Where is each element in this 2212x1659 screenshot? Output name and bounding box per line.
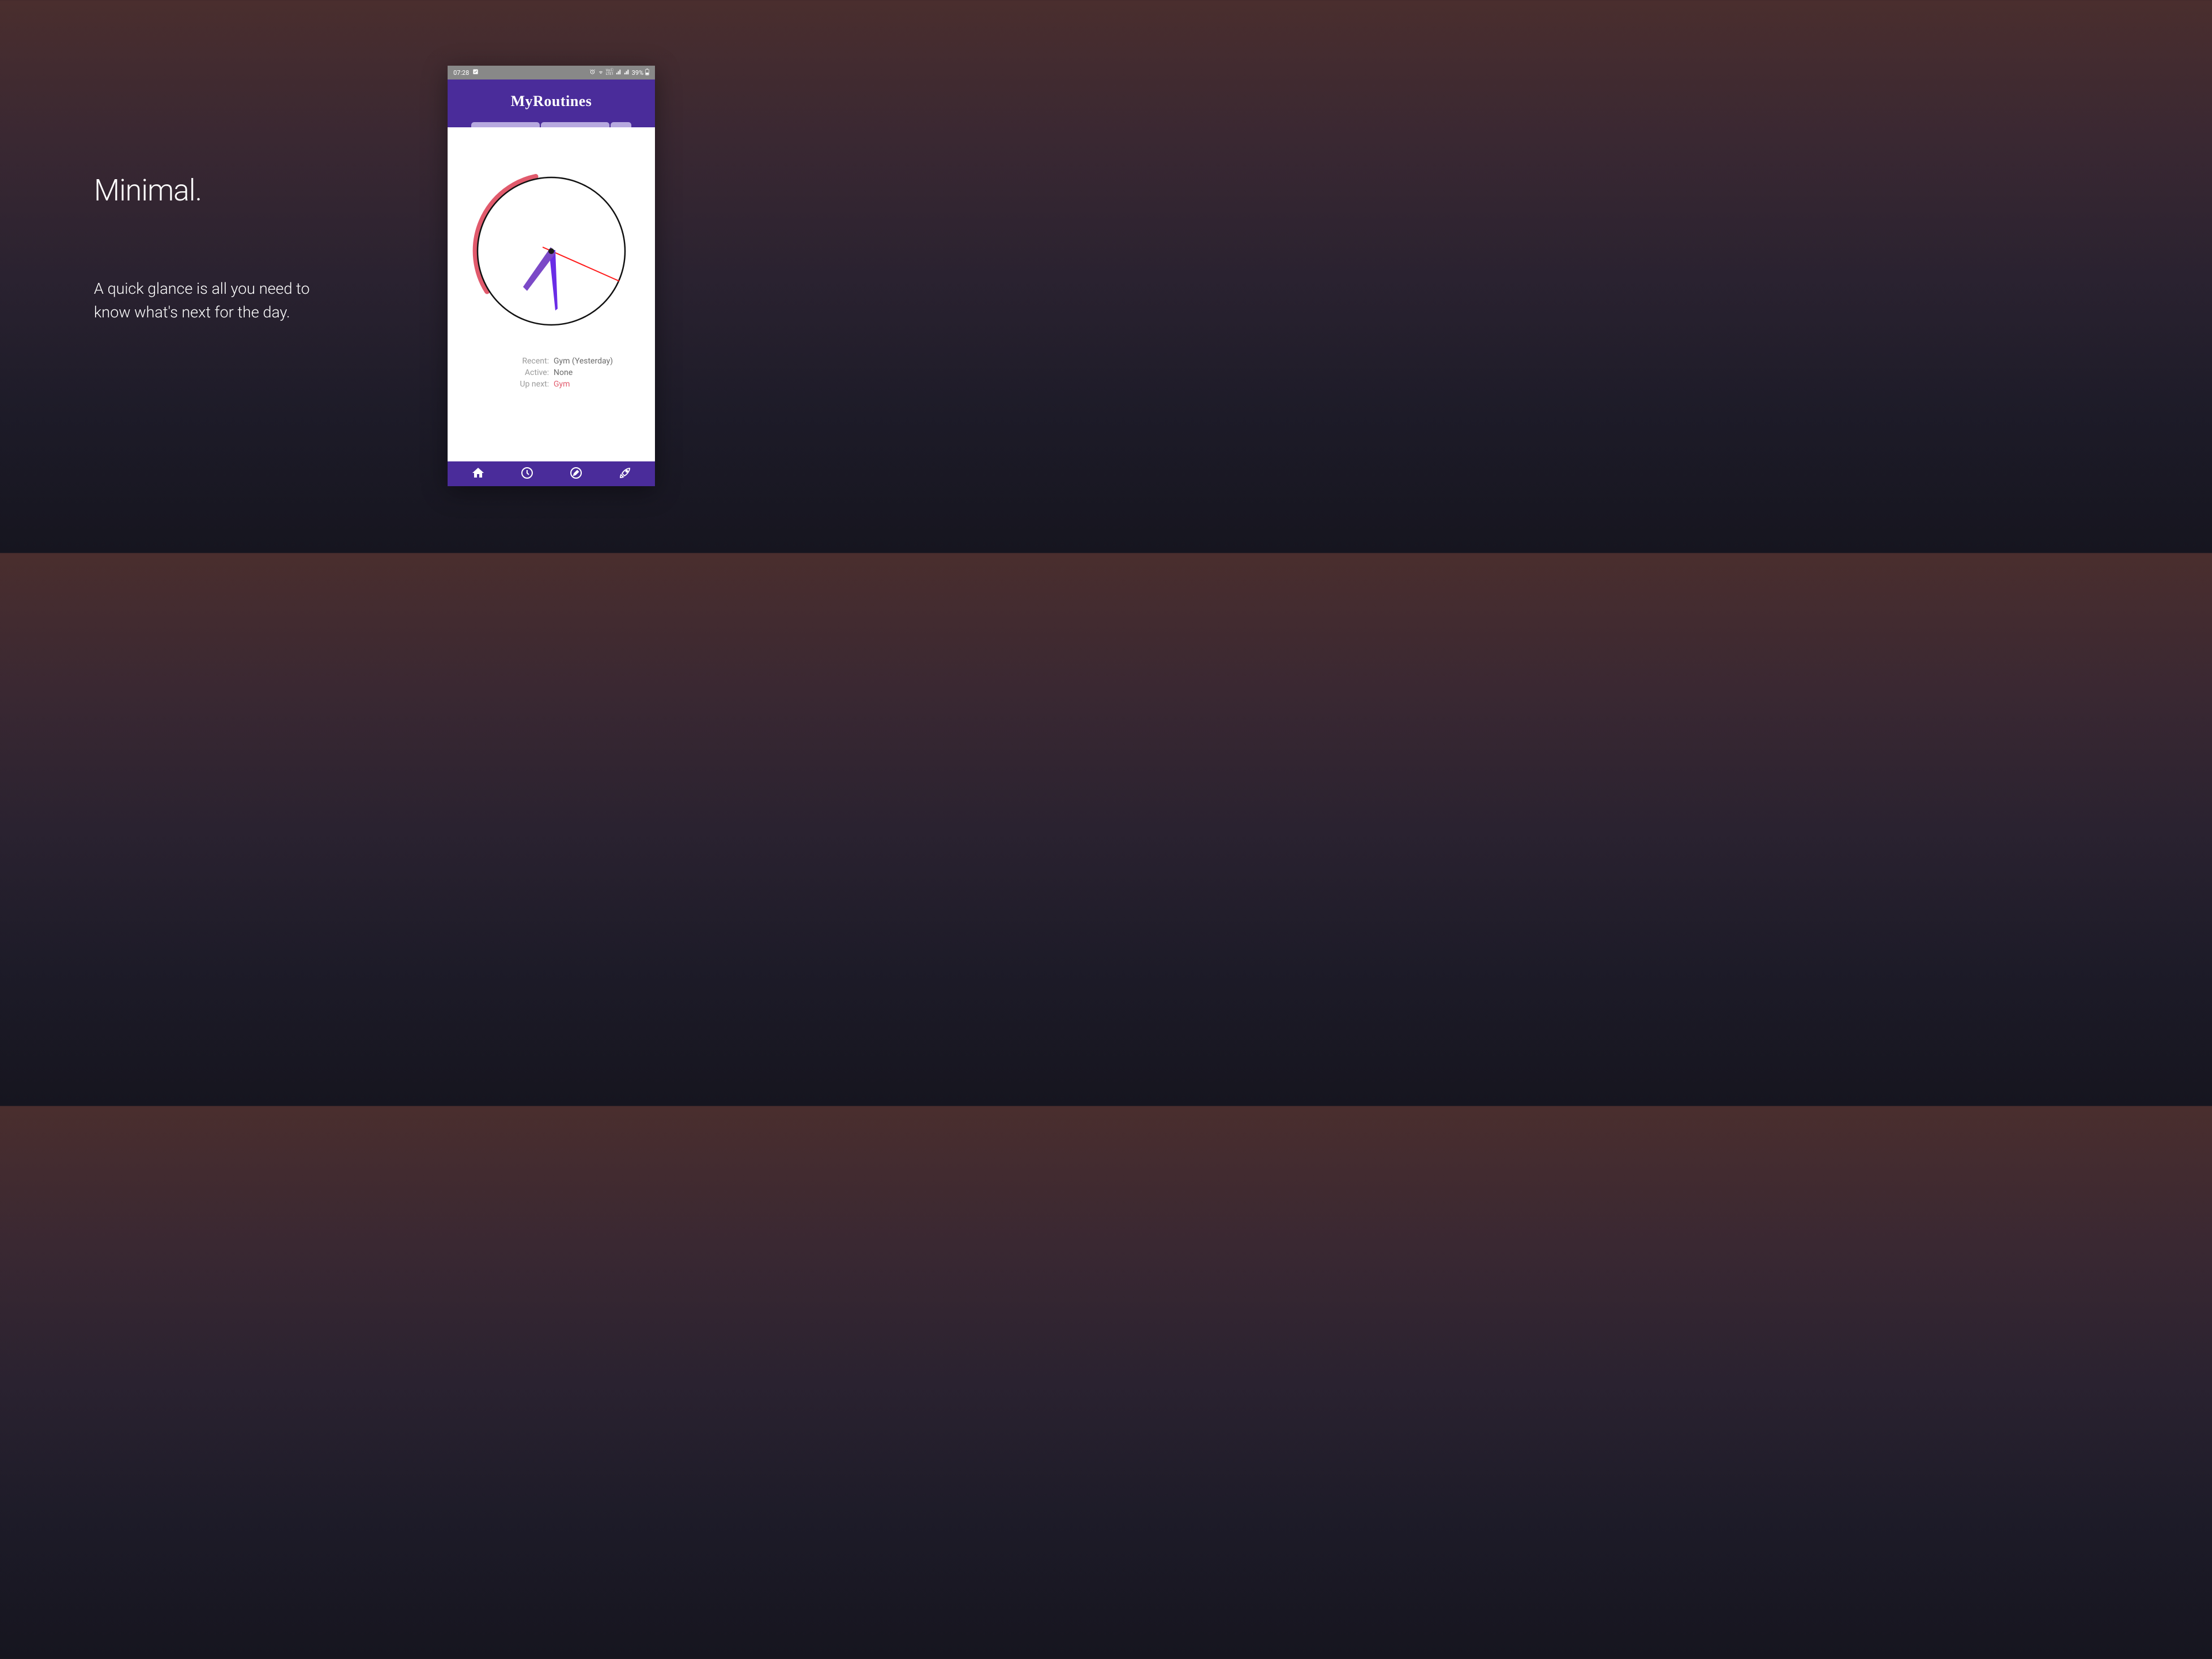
main-content: Recent: Gym (Yesterday) Active: None Up … xyxy=(448,127,655,461)
alarm-icon xyxy=(589,69,596,77)
tab-segment[interactable] xyxy=(611,122,631,127)
recent-value: Gym (Yesterday) xyxy=(554,357,655,366)
bottom-nav-bar xyxy=(448,461,655,486)
app-title: MyRoutines xyxy=(511,93,592,110)
nav-clock[interactable] xyxy=(520,467,535,482)
clock-icon xyxy=(520,466,534,482)
promo-heading: Minimal. xyxy=(94,173,324,208)
recent-label: Recent: xyxy=(448,357,549,366)
app-header: MyRoutines xyxy=(448,79,655,127)
status-info-block: Recent: Gym (Yesterday) Active: None Up … xyxy=(448,357,655,389)
nav-home[interactable] xyxy=(471,467,486,482)
signal-icon xyxy=(616,69,622,77)
volte-icon: VoⓁLTE1 xyxy=(606,69,614,76)
edit-icon xyxy=(569,466,583,482)
wifi-icon xyxy=(597,69,604,77)
home-icon xyxy=(471,466,485,482)
upnext-label: Up next: xyxy=(448,380,549,389)
tab-segment[interactable] xyxy=(541,122,609,127)
promotional-text: Minimal. A quick glance is all you need … xyxy=(94,173,324,324)
phone-mockup: 07:28 VoⓁLTE1 39% MyRout xyxy=(448,66,655,486)
status-battery-text: 39% xyxy=(632,69,643,77)
rocket-icon xyxy=(618,466,632,482)
android-status-bar: 07:28 VoⓁLTE1 39% xyxy=(448,66,655,79)
upnext-value: Gym xyxy=(554,380,655,389)
status-left-cluster: 07:28 xyxy=(453,69,479,77)
nav-edit[interactable] xyxy=(569,467,584,482)
battery-icon xyxy=(645,69,649,77)
signal2-icon xyxy=(624,69,630,77)
checkmark-icon xyxy=(472,69,479,77)
promo-description: A quick glance is all you need to know w… xyxy=(94,277,324,324)
analog-clock xyxy=(468,168,635,335)
tab-segment[interactable] xyxy=(471,122,540,127)
nav-rocket[interactable] xyxy=(618,467,632,482)
status-right-cluster: VoⓁLTE1 39% xyxy=(589,69,649,77)
tab-indicator-row xyxy=(471,122,632,127)
status-time: 07:28 xyxy=(453,69,469,77)
active-value: None xyxy=(554,368,655,378)
active-label: Active: xyxy=(448,368,549,378)
